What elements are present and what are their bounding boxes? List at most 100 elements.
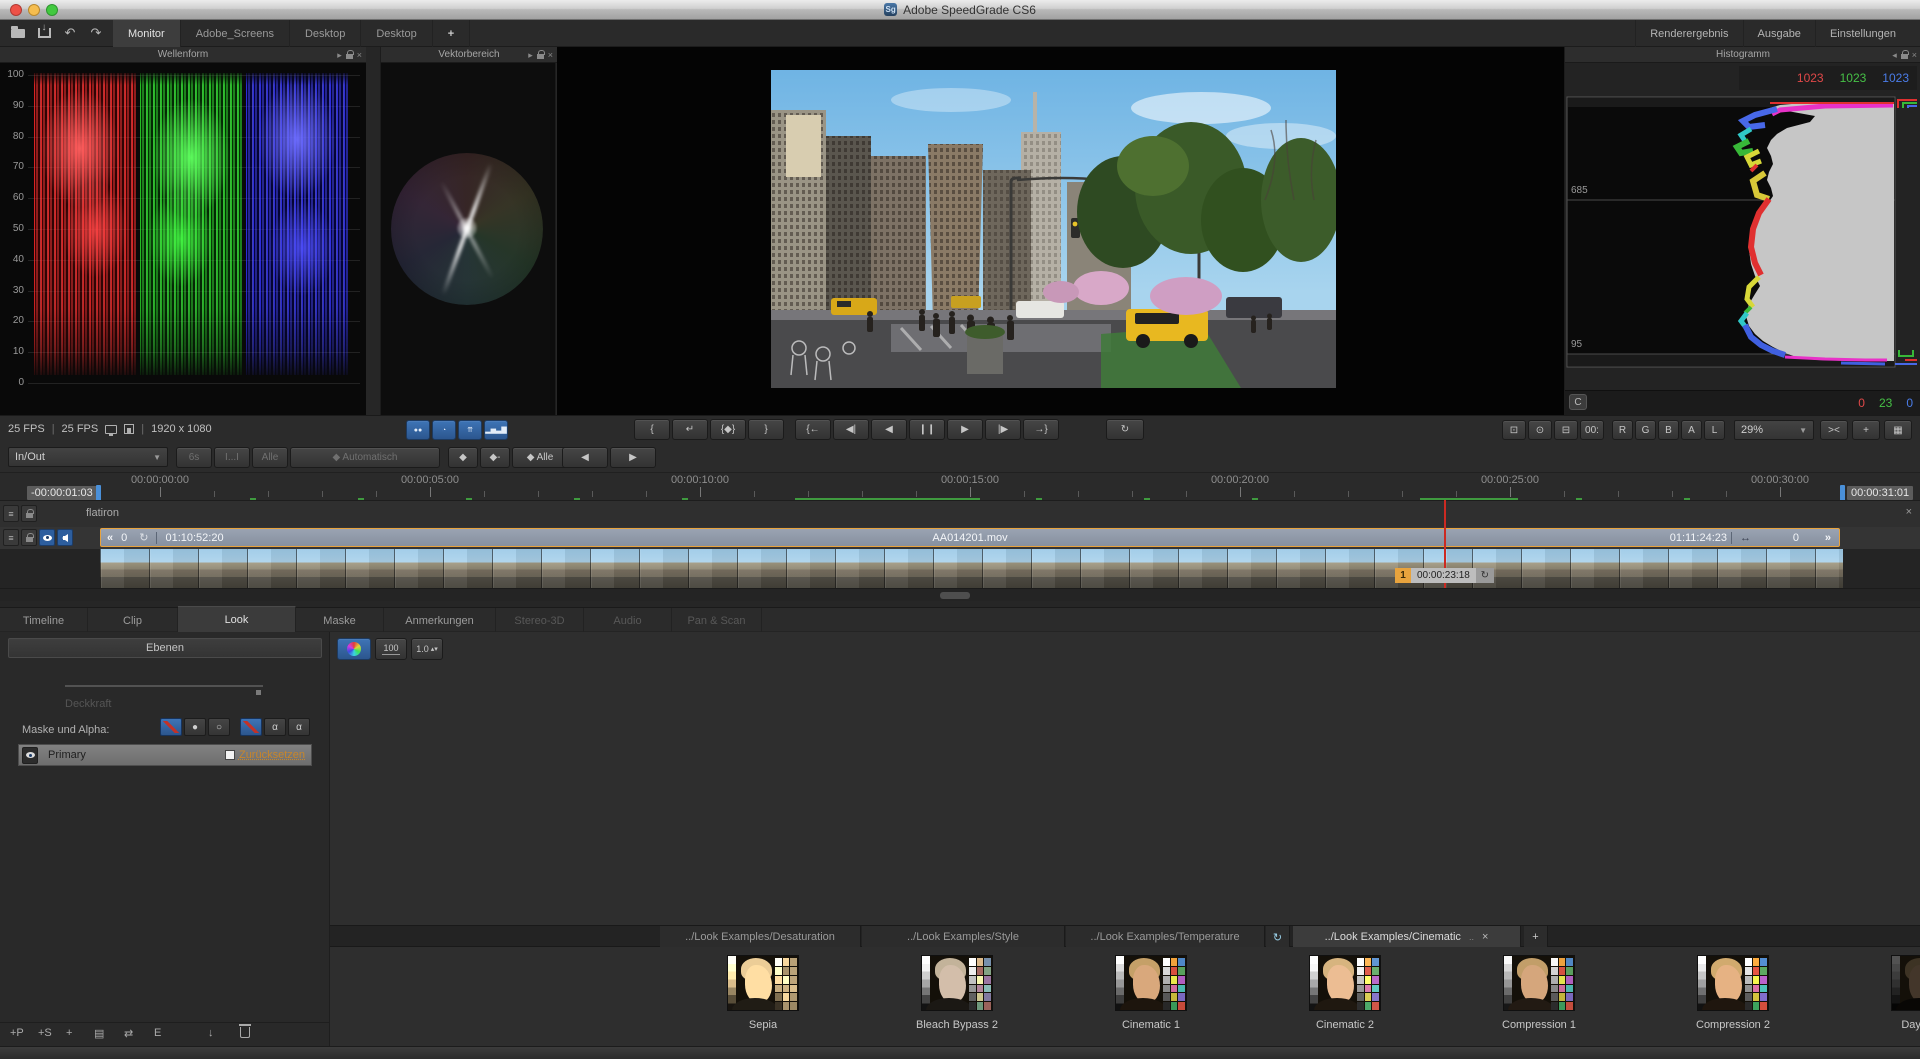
workspace-tab-adobe-screens[interactable]: Adobe_Screens bbox=[181, 20, 290, 47]
tab-stereo-3d[interactable]: Stereo-3D bbox=[496, 608, 584, 633]
add-secondary-button[interactable]: +S bbox=[38, 1027, 52, 1039]
alpha-off-button[interactable] bbox=[240, 718, 262, 736]
add-layer-button[interactable]: + bbox=[66, 1027, 72, 1039]
next-keyframe-button[interactable]: ▶ bbox=[610, 447, 656, 468]
set-out-button[interactable]: } bbox=[748, 419, 784, 440]
workspace-tab-monitor[interactable]: Monitor bbox=[113, 20, 181, 47]
layer-stack-button[interactable]: ▤ bbox=[94, 1027, 104, 1040]
timecode-overlay-button[interactable]: 00: bbox=[1580, 420, 1604, 440]
clip-bar[interactable]: « 0 ↻ 01:10:52:20 AA014201.mov 01:11:24:… bbox=[100, 528, 1840, 547]
waveform-toggle[interactable]: ⇈ bbox=[458, 420, 482, 440]
redo-icon[interactable]: ↷ bbox=[86, 23, 106, 43]
channel-b-button[interactable]: B bbox=[1658, 420, 1679, 440]
anamorphic-button[interactable]: ⊙ bbox=[1528, 420, 1552, 440]
look-preset-tile[interactable] bbox=[1697, 955, 1769, 1011]
tab-clip[interactable]: Clip bbox=[88, 608, 178, 633]
goto-out-button[interactable]: →} bbox=[1023, 419, 1059, 440]
look-preset-tile[interactable] bbox=[1891, 955, 1920, 1011]
close-window-button[interactable] bbox=[10, 4, 22, 16]
duration-alle-button[interactable]: Alle bbox=[252, 447, 288, 468]
element-layer-button[interactable]: E bbox=[154, 1027, 161, 1039]
out-marker[interactable] bbox=[1840, 485, 1845, 501]
open-folder-icon[interactable] bbox=[8, 23, 28, 43]
range-mode-select[interactable]: In/Out▼ bbox=[8, 447, 168, 467]
undock-icon[interactable]: ▸ bbox=[337, 50, 342, 61]
tab-pan-scan[interactable]: Pan & Scan bbox=[672, 608, 762, 633]
filmstrip[interactable] bbox=[100, 549, 1843, 588]
look-preset-tile[interactable] bbox=[1309, 955, 1381, 1011]
minimize-window-button[interactable] bbox=[28, 4, 40, 16]
keyframe-button-0[interactable]: ◆ bbox=[448, 447, 478, 468]
workspace-tab-desktop[interactable]: Desktop bbox=[361, 20, 432, 47]
maximize-window-button[interactable] bbox=[46, 4, 58, 16]
close-icon[interactable]: × bbox=[357, 50, 362, 60]
look-preset-tile[interactable] bbox=[921, 955, 993, 1011]
lock-icon[interactable] bbox=[537, 54, 544, 59]
menu-renderergebnis[interactable]: Renderergebnis bbox=[1635, 20, 1742, 47]
alpha-use-button[interactable]: α bbox=[264, 718, 286, 736]
save-look-button[interactable]: ↓ bbox=[208, 1027, 214, 1039]
opacity-slider-thumb[interactable] bbox=[256, 690, 261, 695]
goto-in-button[interactable]: {← bbox=[795, 419, 831, 440]
duration-i-i-button[interactable]: I...I bbox=[214, 447, 250, 468]
undock-icon[interactable]: ▸ bbox=[528, 50, 533, 61]
mask-inside-button[interactable]: ● bbox=[184, 718, 206, 736]
set-in-button[interactable]: { bbox=[634, 419, 670, 440]
channel-a-button[interactable]: A bbox=[1681, 420, 1702, 440]
zoom-select[interactable]: 29%▼ bbox=[1734, 420, 1814, 440]
track-lock-icon[interactable] bbox=[21, 529, 37, 546]
play-button[interactable]: ▶ bbox=[947, 419, 983, 440]
mask-outside-button[interactable]: ○ bbox=[208, 718, 230, 736]
layer-visibility-icon[interactable] bbox=[22, 747, 38, 764]
track-menu-icon[interactable]: ≡ bbox=[3, 529, 19, 546]
channel-l-button[interactable]: L bbox=[1704, 420, 1725, 440]
play-reverse-button[interactable]: ◀ bbox=[871, 419, 907, 440]
tab-anmerkungen[interactable]: Anmerkungen bbox=[384, 608, 496, 633]
menu-ausgabe[interactable]: Ausgabe bbox=[1743, 20, 1815, 47]
duration-6s-button[interactable]: 6s bbox=[176, 447, 212, 468]
pause-button[interactable]: ❙❙ bbox=[909, 419, 945, 440]
return-marker-button[interactable]: ↵ bbox=[672, 419, 708, 440]
reel-name[interactable]: flatiron bbox=[86, 507, 119, 519]
grid-layout-button[interactable]: ▦ bbox=[1884, 420, 1912, 440]
channel-r-button[interactable]: R bbox=[1612, 420, 1633, 440]
add-workspace-tab[interactable]: + bbox=[433, 20, 470, 47]
numeric-mode-button[interactable]: 1.0▴▾ bbox=[411, 638, 443, 660]
letterbox-button[interactable]: ⊟ bbox=[1554, 420, 1578, 440]
timeline-scrollbar[interactable] bbox=[0, 588, 1920, 601]
undo-icon[interactable]: ↶ bbox=[60, 23, 80, 43]
fit-view-button[interactable]: >< bbox=[1820, 420, 1848, 440]
refresh-looks-button[interactable]: ↻ bbox=[1266, 926, 1290, 948]
lock-icon[interactable] bbox=[1901, 54, 1908, 59]
tab-timeline[interactable]: Timeline bbox=[0, 608, 88, 633]
look-folder-tab-1[interactable]: ../Look Examples/Desaturation bbox=[660, 926, 861, 948]
previous-keyframe-button[interactable]: ◀ bbox=[562, 447, 608, 468]
look-preset-tile[interactable] bbox=[1115, 955, 1187, 1011]
keyframe-button-1[interactable]: ◆- bbox=[480, 447, 510, 468]
pan-view-button[interactable]: + bbox=[1852, 420, 1880, 440]
close-tab-icon[interactable]: × bbox=[1482, 931, 1488, 943]
in-marker[interactable] bbox=[96, 485, 101, 501]
keyframe-range-button[interactable]: {◆} bbox=[710, 419, 746, 440]
reorder-layers-button[interactable]: ⇄ bbox=[124, 1027, 133, 1040]
histogram-toggle[interactable]: ▂▅▃▇ bbox=[484, 420, 508, 440]
step-forward-button[interactable]: |▶ bbox=[985, 419, 1021, 440]
add-look-folder-button[interactable]: + bbox=[1524, 926, 1548, 948]
vectorscope-toggle[interactable]: ◔ bbox=[432, 420, 456, 440]
opacity-slider[interactable] bbox=[65, 685, 263, 687]
track-visibility-icon[interactable] bbox=[39, 529, 55, 546]
dual-display-toggle[interactable]: ●● bbox=[406, 420, 430, 440]
tab-audio[interactable]: Audio bbox=[584, 608, 672, 633]
auto-keyframe-button[interactable]: ◆ Automatisch bbox=[290, 447, 440, 468]
track-lock-icon[interactable] bbox=[21, 505, 37, 522]
close-icon[interactable]: × bbox=[1912, 50, 1917, 60]
scrollbar-handle[interactable] bbox=[940, 592, 970, 599]
look-folder-tab-2[interactable]: ../Look Examples/Style bbox=[862, 926, 1065, 948]
slider-mode-button[interactable]: 100 bbox=[375, 638, 407, 660]
loop-playback-button[interactable]: ↻ bbox=[1106, 419, 1144, 440]
add-primary-button[interactable]: +P bbox=[10, 1027, 24, 1039]
look-folder-tab-4[interactable]: ../Look Examples/Cinematic..× bbox=[1293, 926, 1521, 948]
look-preset-tile[interactable] bbox=[727, 955, 799, 1011]
crop-button[interactable]: ⊡ bbox=[1502, 420, 1526, 440]
workspace-tab-desktop[interactable]: Desktop bbox=[290, 20, 361, 47]
